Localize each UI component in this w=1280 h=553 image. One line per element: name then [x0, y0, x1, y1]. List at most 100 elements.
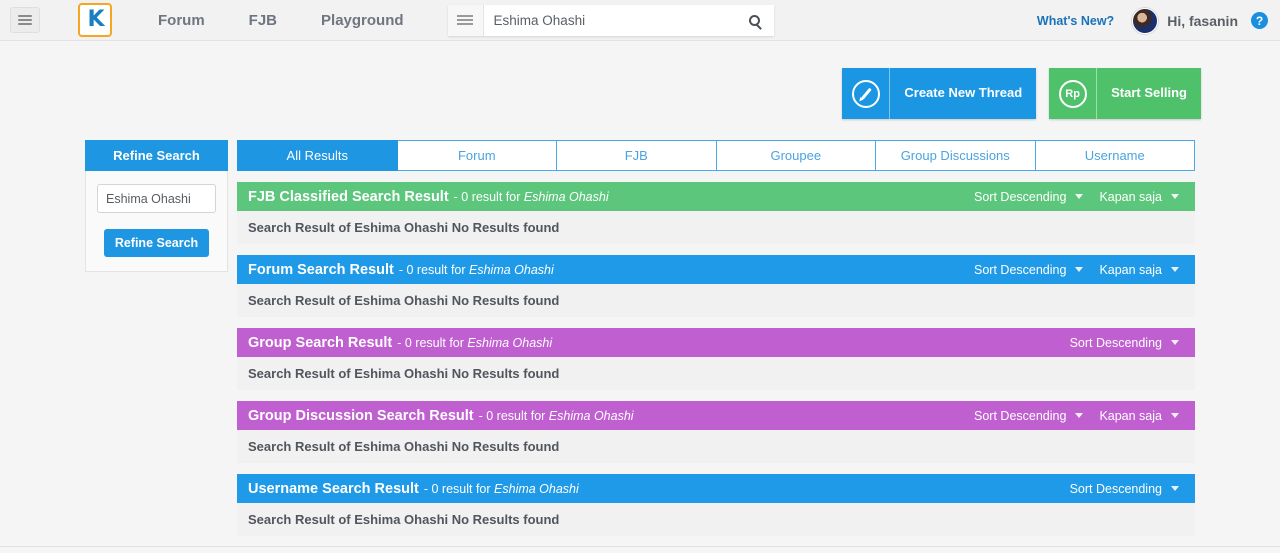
result-meta-prefix: - 0 result for	[478, 408, 546, 423]
hamburger-icon	[18, 13, 32, 27]
result-title: Group Discussion Search Result	[248, 407, 474, 424]
time-dropdown[interactable]: Kapan saja	[1089, 190, 1185, 204]
sort-label: Sort Descending	[1069, 481, 1162, 496]
user-greeting[interactable]: Hi, fasanin	[1167, 13, 1238, 29]
chevron-down-icon	[1075, 194, 1084, 199]
refine-search-button[interactable]: Refine Search	[103, 229, 210, 257]
sort-dropdown[interactable]: Sort Descending	[964, 190, 1089, 204]
result-controls: Sort Descending Kapan saja	[964, 263, 1185, 277]
result-title: FJB Classified Search Result	[248, 188, 449, 205]
result-tabs: All Results Forum FJB Groupee Group Disc…	[237, 140, 1195, 171]
sort-dropdown[interactable]: Sort Descending	[1060, 482, 1185, 496]
avatar[interactable]	[1132, 7, 1159, 34]
hamburger-icon	[457, 13, 474, 27]
sort-dropdown[interactable]: Sort Descending	[964, 263, 1089, 277]
result-controls: Sort Descending Kapan saja	[964, 409, 1185, 423]
result-title: Forum Search Result	[248, 261, 394, 278]
chevron-down-icon	[1171, 267, 1179, 272]
result-query: Eshima Ohashi	[469, 262, 554, 277]
search-submit-button[interactable]	[735, 4, 774, 36]
pencil-circle-icon	[842, 68, 891, 119]
time-label: Kapan saja	[1099, 189, 1162, 204]
result-meta-prefix: - 0 result for	[453, 189, 521, 204]
whats-new-link[interactable]: What's New?	[1037, 14, 1114, 28]
result-block: Username Search Result - 0 result for Es…	[237, 474, 1195, 536]
result-header: Forum Search Result - 0 result for Eshim…	[237, 255, 1195, 284]
result-query: Eshima Ohashi	[523, 189, 609, 204]
result-header: Group Discussion Search Result - 0 resul…	[237, 401, 1195, 430]
sort-label: Sort Descending	[1069, 335, 1162, 350]
result-query: Eshima Ohashi	[548, 408, 634, 423]
result-meta: - 0 result for Eshima Ohashi	[424, 482, 579, 496]
result-controls: Sort Descending	[1060, 336, 1185, 350]
result-header: FJB Classified Search Result - 0 result …	[237, 182, 1195, 211]
sort-label: Sort Descending	[974, 189, 1067, 204]
chevron-down-icon	[1171, 486, 1179, 491]
result-meta: - 0 result for Eshima Ohashi	[479, 409, 634, 423]
result-body: Search Result of Eshima Ohashi No Result…	[237, 211, 1195, 244]
result-block: Group Search Result - 0 result for Eshim…	[237, 328, 1195, 390]
start-selling-button[interactable]: Rp Start Selling	[1049, 68, 1201, 119]
search-icon	[749, 14, 761, 26]
rupiah-circle-icon: Rp	[1049, 68, 1098, 119]
result-block: Group Discussion Search Result - 0 resul…	[237, 401, 1195, 463]
chevron-down-icon	[1171, 340, 1179, 345]
result-body: Search Result of Eshima Ohashi No Result…	[237, 357, 1195, 390]
page-footer-divider	[0, 546, 1280, 547]
sort-dropdown[interactable]: Sort Descending	[1060, 336, 1185, 350]
result-meta-prefix: - 0 result for	[398, 262, 466, 277]
sort-label: Sort Descending	[974, 262, 1067, 277]
search-input[interactable]	[493, 12, 728, 28]
chevron-down-icon	[1075, 413, 1084, 418]
tab-username[interactable]: Username	[1035, 140, 1195, 171]
tab-group-discussions[interactable]: Group Discussions	[876, 140, 1036, 171]
chevron-down-icon	[1171, 194, 1179, 199]
action-button-row: Create New Thread Rp Start Selling	[0, 41, 1280, 119]
result-meta: - 0 result for Eshima Ohashi	[454, 190, 609, 204]
tab-forum[interactable]: Forum	[397, 140, 557, 171]
result-meta: - 0 result for Eshima Ohashi	[399, 263, 554, 277]
sort-dropdown[interactable]: Sort Descending	[964, 409, 1089, 423]
tab-all-results[interactable]: All Results	[237, 140, 398, 171]
result-header: Username Search Result - 0 result for Es…	[237, 474, 1195, 503]
result-query: Eshima Ohashi	[467, 335, 553, 350]
refine-search-panel: Refine Search Refine Search	[85, 140, 228, 536]
result-controls: Sort Descending Kapan saja	[964, 190, 1185, 204]
search-input-wrapper	[483, 4, 736, 36]
tab-groupee[interactable]: Groupee	[716, 140, 876, 171]
result-meta-prefix: - 0 result for	[423, 481, 491, 496]
result-title: Group Search Result	[248, 334, 393, 351]
primary-nav: Forum FJB Playground	[136, 12, 426, 29]
nav-link-forum[interactable]: Forum	[136, 12, 227, 29]
create-new-thread-button[interactable]: Create New Thread	[842, 68, 1037, 119]
time-dropdown[interactable]: Kapan saja	[1089, 263, 1185, 277]
main-menu-button[interactable]	[10, 7, 40, 33]
time-dropdown[interactable]: Kapan saja	[1089, 409, 1185, 423]
result-title: Username Search Result	[248, 480, 419, 497]
site-logo[interactable]: K	[78, 3, 112, 37]
result-controls: Sort Descending	[1060, 482, 1185, 496]
global-search	[447, 4, 774, 36]
result-body: Search Result of Eshima Ohashi No Result…	[237, 503, 1195, 536]
result-body: Search Result of Eshima Ohashi No Result…	[237, 284, 1195, 317]
create-new-thread-label: Create New Thread	[904, 85, 1023, 101]
refine-search-body: Refine Search	[85, 171, 228, 272]
refine-search-title: Refine Search	[85, 140, 228, 171]
search-results-column: All Results Forum FJB Groupee Group Disc…	[237, 140, 1195, 536]
nav-link-fjb[interactable]: FJB	[227, 12, 299, 29]
result-meta: - 0 result for Eshima Ohashi	[397, 336, 552, 350]
start-selling-label: Start Selling	[1111, 85, 1187, 101]
top-navigation-bar: K Forum FJB Playground What's New? Hi, f…	[0, 0, 1280, 41]
result-query: Eshima Ohashi	[494, 481, 579, 496]
search-category-button[interactable]	[447, 4, 484, 36]
result-block: FJB Classified Search Result - 0 result …	[237, 182, 1195, 244]
chevron-down-icon	[1171, 413, 1179, 418]
refine-search-input[interactable]	[97, 184, 216, 213]
time-label: Kapan saja	[1099, 262, 1162, 277]
help-icon[interactable]: ?	[1251, 12, 1268, 29]
result-block: Forum Search Result - 0 result for Eshim…	[237, 255, 1195, 317]
time-label: Kapan saja	[1099, 408, 1162, 423]
tab-fjb[interactable]: FJB	[557, 140, 717, 171]
user-area: What's New? Hi, fasanin ?	[1037, 0, 1268, 41]
nav-link-playground[interactable]: Playground	[299, 12, 426, 29]
